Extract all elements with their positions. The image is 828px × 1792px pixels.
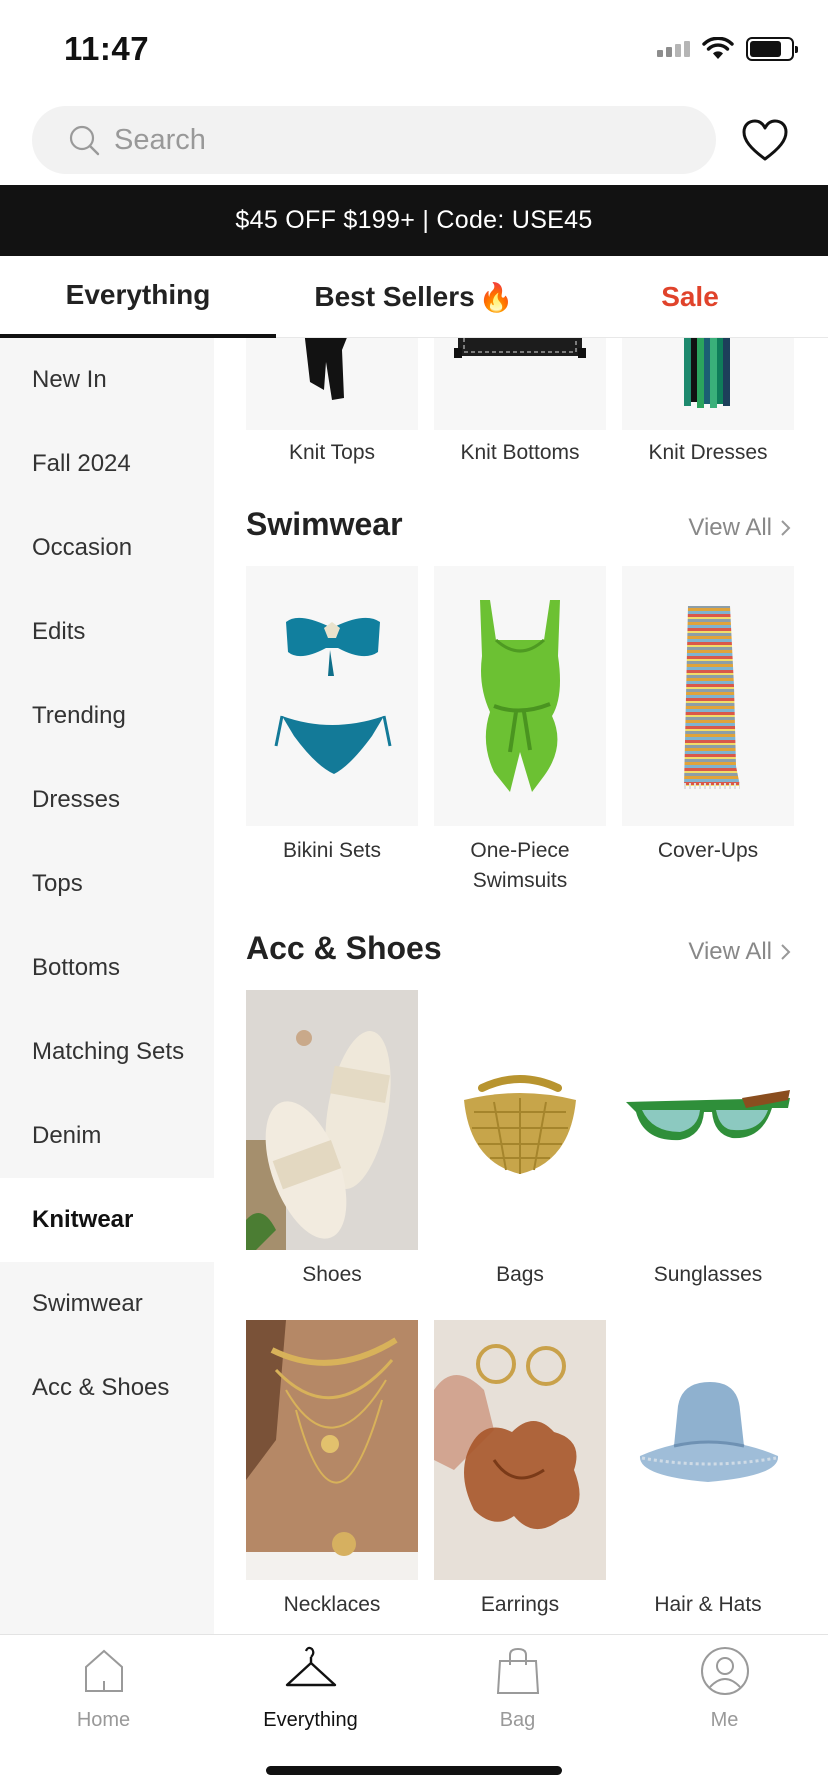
category-label: Cover-Ups	[657, 839, 759, 862]
sidebar-item-denim[interactable]: Denim	[0, 1094, 214, 1178]
category-sunglasses[interactable]: Sunglasses	[622, 990, 794, 1290]
category-content: Knit Tops Knit Bottoms Knit Dresses Swim…	[214, 338, 828, 1634]
nav-label: Home	[76, 1709, 131, 1731]
category-knit-bottoms[interactable]: Knit Bottoms	[434, 338, 606, 468]
top-tabs: Everything Best Sellers 🔥 Sale	[0, 256, 828, 338]
swimwear-view-all-link[interactable]: View All	[688, 514, 792, 542]
shoes-image	[246, 990, 418, 1250]
knit-tops-image	[246, 338, 418, 430]
tab-everything[interactable]: Everything	[0, 256, 276, 338]
hair-hats-image	[622, 1320, 794, 1580]
nav-home[interactable]: Home	[0, 1645, 207, 1732]
battery-icon	[746, 37, 798, 61]
search-input[interactable]	[114, 123, 674, 157]
sidebar-item-bottoms[interactable]: Bottoms	[0, 926, 214, 1010]
knit-dresses-image	[622, 338, 794, 430]
promo-banner[interactable]: $45 OFF $199+ | Code: USE45	[0, 185, 828, 256]
category-one-piece-swimsuits[interactable]: One-Piece Swimsuits	[434, 566, 606, 896]
tab-best-sellers[interactable]: Best Sellers 🔥	[276, 256, 552, 338]
category-shoes[interactable]: Shoes	[246, 990, 418, 1290]
chevron-right-icon	[781, 944, 791, 960]
sidebar-item-edits[interactable]: Edits	[0, 590, 214, 674]
tab-label: Best Sellers	[314, 281, 475, 312]
category-label: Sunglasses	[653, 1263, 763, 1286]
acc-shoes-section-title: Acc & Shoes	[246, 930, 442, 966]
chevron-right-icon	[781, 520, 791, 536]
one-piece-swimsuits-image	[434, 566, 606, 826]
profile-icon	[700, 1647, 749, 1695]
nav-me[interactable]: Me	[621, 1645, 828, 1732]
nav-everything[interactable]: Everything	[207, 1645, 414, 1732]
sunglasses-image	[622, 990, 794, 1250]
sidebar-item-tops[interactable]: Tops	[0, 842, 214, 926]
category-label: Shoes	[302, 1263, 362, 1286]
sidebar-item-occasion[interactable]: Occasion	[0, 506, 214, 590]
tab-label: Sale	[661, 281, 719, 312]
tab-label: Everything	[65, 279, 211, 310]
cellular-signal-icon	[657, 41, 690, 57]
search-bar[interactable]	[32, 106, 716, 174]
nav-bag[interactable]: Bag	[414, 1645, 621, 1732]
category-label: Knit Bottoms	[460, 441, 580, 464]
category-label: Bikini Sets	[282, 839, 382, 862]
category-label: One-Piece Swimsuits	[470, 839, 570, 892]
fire-icon: 🔥	[478, 281, 514, 313]
category-cover-ups[interactable]: Cover-Ups	[622, 566, 794, 866]
swimwear-section-title: Swimwear	[246, 506, 403, 542]
earrings-image	[434, 1320, 606, 1580]
heart-icon[interactable]	[740, 116, 790, 166]
status-bar: 11:47	[0, 0, 828, 100]
acc-shoes-view-all-link[interactable]: View All	[688, 938, 792, 966]
sidebar-item-knitwear[interactable]: Knitwear	[0, 1178, 214, 1262]
home-indicator	[266, 1766, 562, 1775]
category-label: Necklaces	[283, 1593, 381, 1616]
hanger-icon	[285, 1646, 336, 1687]
view-all-label: View All	[688, 514, 772, 541]
category-label: Knit Tops	[289, 441, 375, 464]
category-label: Knit Dresses	[648, 441, 768, 464]
nav-label: Bag	[499, 1709, 536, 1731]
category-bikini-sets[interactable]: Bikini Sets	[246, 566, 418, 866]
bikini-sets-image	[246, 566, 418, 826]
nav-label: Everything	[263, 1709, 358, 1731]
category-label: Bags	[496, 1263, 544, 1286]
category-earrings[interactable]: Earrings	[434, 1320, 606, 1620]
necklaces-image	[246, 1320, 418, 1580]
category-bags[interactable]: Bags	[434, 990, 606, 1290]
sidebar-item-new-in[interactable]: New In	[0, 338, 214, 422]
category-hair-hats[interactable]: Hair & Hats	[622, 1320, 794, 1620]
nav-label: Me	[710, 1709, 739, 1731]
cover-ups-image	[622, 566, 794, 826]
home-icon	[84, 1649, 123, 1692]
sidebar-item-trending[interactable]: Trending	[0, 674, 214, 758]
sidebar-item-acc-shoes[interactable]: Acc & Shoes	[0, 1346, 214, 1430]
category-knit-tops[interactable]: Knit Tops	[246, 338, 418, 468]
tab-sale[interactable]: Sale	[552, 256, 828, 338]
category-necklaces[interactable]: Necklaces	[246, 1320, 418, 1620]
sidebar-item-matching-sets[interactable]: Matching Sets	[0, 1010, 214, 1094]
sidebar-item-dresses[interactable]: Dresses	[0, 758, 214, 842]
category-sidebar: New In Fall 2024 Occasion Edits Trending…	[0, 338, 214, 1634]
category-label: Earrings	[480, 1593, 560, 1616]
bags-image	[434, 990, 606, 1250]
category-label: Hair & Hats	[654, 1593, 762, 1616]
shopping-bag-icon	[496, 1647, 539, 1694]
status-time: 11:47	[64, 30, 150, 67]
search-icon	[69, 125, 100, 156]
knit-bottoms-image	[434, 338, 606, 430]
category-knit-dresses[interactable]: Knit Dresses	[622, 338, 794, 468]
view-all-label: View All	[688, 938, 772, 965]
wifi-icon	[702, 37, 734, 59]
status-icons	[657, 36, 798, 62]
sidebar-item-swimwear[interactable]: Swimwear	[0, 1262, 214, 1346]
sidebar-item-fall-2024[interactable]: Fall 2024	[0, 422, 214, 506]
